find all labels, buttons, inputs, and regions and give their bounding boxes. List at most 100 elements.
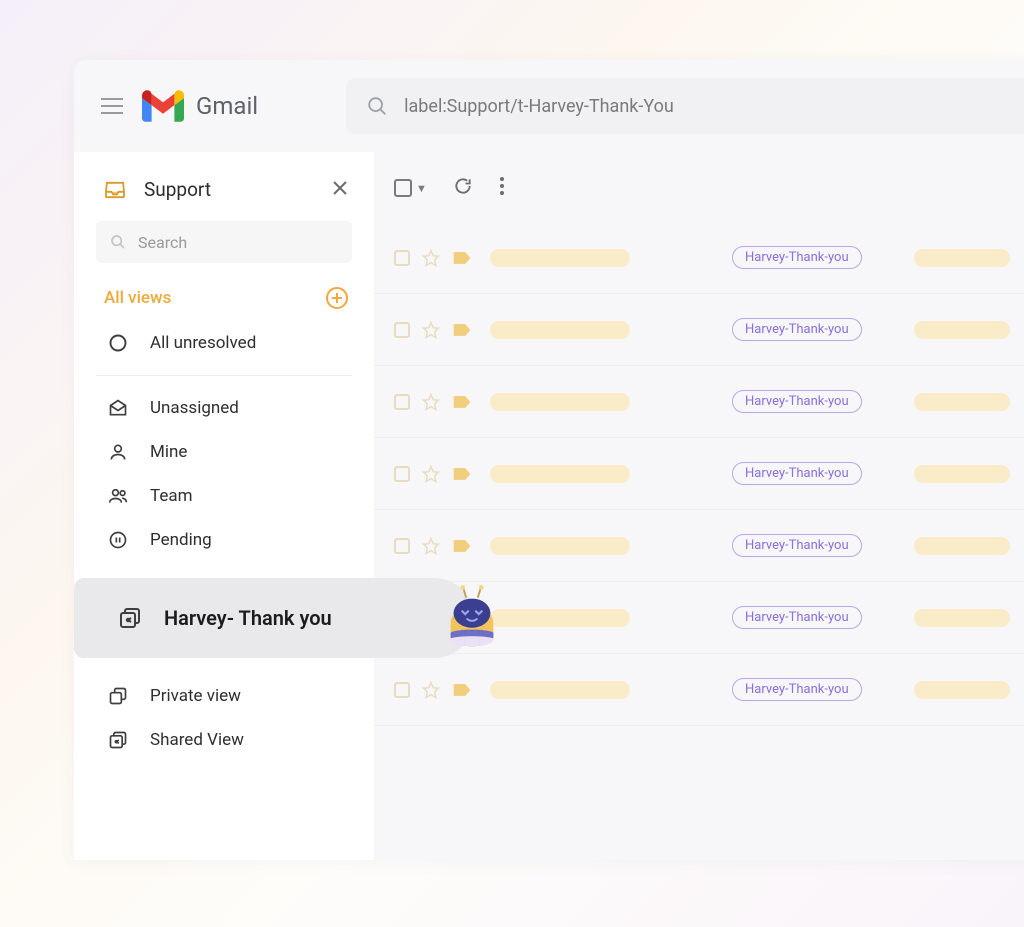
label-tag-icon[interactable] (452, 538, 472, 554)
refresh-button[interactable] (453, 176, 473, 200)
sidebar-top-label: Support (144, 178, 211, 201)
label-pill[interactable]: Harvey-Thank-you (732, 462, 862, 485)
more-button[interactable] (499, 176, 505, 200)
sender-placeholder (490, 609, 630, 627)
sender-placeholder (490, 537, 630, 555)
star-icon[interactable] (422, 537, 440, 555)
more-vert-icon (499, 176, 505, 196)
sender-placeholder (490, 393, 630, 411)
sidebar-item-label: Mine (150, 442, 187, 462)
label-tag-icon[interactable] (452, 466, 472, 482)
label-tag-icon[interactable] (452, 322, 472, 338)
gmail-icon (142, 90, 184, 122)
checkbox-icon (394, 179, 412, 197)
email-row[interactable]: Harvey-Thank-you (374, 510, 1024, 582)
pause-circle-icon (108, 530, 128, 550)
sidebar-item-all-unresolved[interactable]: All unresolved (74, 321, 374, 365)
search-icon (110, 234, 126, 250)
app-name-label: Gmail (196, 92, 258, 120)
row-checkbox[interactable] (394, 682, 410, 698)
label-pill[interactable]: Harvey-Thank-you (732, 390, 862, 413)
circle-icon (108, 333, 128, 353)
label-pill[interactable]: Harvey-Thank-you (732, 606, 862, 629)
hamburger-icon (101, 98, 123, 114)
row-checkbox[interactable] (394, 394, 410, 410)
label-pill[interactable]: Harvey-Thank-you (732, 318, 862, 341)
label-pill[interactable]: Harvey-Thank-you (732, 534, 862, 557)
email-row[interactable]: Harvey-Thank-you (374, 366, 1024, 438)
logo[interactable]: Gmail (142, 90, 258, 122)
sidebar-search[interactable]: Search (96, 221, 352, 263)
inbox-icon (104, 181, 126, 199)
select-all-button[interactable]: ▼ (394, 179, 427, 197)
sidebar-item-label: Unassigned (150, 398, 239, 418)
star-icon[interactable] (422, 249, 440, 267)
plus-icon (332, 293, 342, 303)
sidebar-item-team[interactable]: Team (74, 474, 374, 518)
email-row[interactable]: Harvey-Thank-you (374, 222, 1024, 294)
sidebar-item-mine[interactable]: Mine (74, 430, 374, 474)
sidebar-close-button[interactable] (332, 180, 348, 200)
subject-placeholder (914, 321, 1010, 339)
share-view-icon (118, 606, 142, 630)
menu-button[interactable] (92, 86, 132, 126)
row-checkbox[interactable] (394, 322, 410, 338)
caret-down-icon: ▼ (416, 182, 427, 195)
label-tag-icon[interactable] (452, 250, 472, 266)
subject-placeholder (914, 393, 1010, 411)
refresh-icon (453, 176, 473, 196)
sidebar-item-pending[interactable]: Pending (74, 518, 374, 562)
close-icon (332, 180, 348, 196)
star-icon[interactable] (422, 681, 440, 699)
email-row[interactable]: Harvey-Thank-you (374, 294, 1024, 366)
row-checkbox[interactable] (394, 250, 410, 266)
mail-open-icon (108, 398, 128, 418)
sender-placeholder (490, 681, 630, 699)
app-window: Gmail label:Support/t-Harvey-Thank-You S… (74, 60, 1024, 860)
person-icon (108, 442, 128, 462)
sidebar-item-private-view[interactable]: Private view (74, 674, 374, 718)
sidebar-item-label: Pending (150, 530, 212, 550)
group-icon (108, 486, 128, 506)
email-row[interactable]: Harvey-Thank-you (374, 438, 1024, 510)
sender-placeholder (490, 321, 630, 339)
search-bar[interactable]: label:Support/t-Harvey-Thank-You (346, 78, 1024, 134)
main-panel: ▼ Harvey-Thank-you Harvey-Thank-you (374, 152, 1024, 860)
label-pill[interactable]: Harvey-Thank-you (732, 246, 862, 269)
top-bar: Gmail label:Support/t-Harvey-Thank-You (74, 60, 1024, 152)
star-icon[interactable] (422, 393, 440, 411)
sidebar-item-shared-view[interactable]: Shared View (74, 718, 374, 762)
sidebar-item-label: Harvey- Thank you (164, 606, 332, 630)
sidebar-search-placeholder: Search (138, 233, 187, 252)
add-view-button[interactable] (326, 287, 348, 309)
share-view-icon (108, 730, 128, 750)
subject-placeholder (914, 465, 1010, 483)
row-checkbox[interactable] (394, 538, 410, 554)
sidebar-header: Support (74, 172, 374, 215)
label-pill[interactable]: Harvey-Thank-you (732, 678, 862, 701)
row-checkbox[interactable] (394, 466, 410, 482)
subject-placeholder (914, 609, 1010, 627)
star-icon[interactable] (422, 321, 440, 339)
label-tag-icon[interactable] (452, 682, 472, 698)
sidebar-item-harvey-thank-you[interactable]: Harvey- Thank you (74, 578, 474, 658)
label-tag-icon[interactable] (452, 394, 472, 410)
divider (96, 375, 352, 376)
sender-placeholder (490, 465, 630, 483)
copy-icon (108, 686, 128, 706)
search-icon (366, 95, 388, 117)
body: Support Search All views All unresolved (74, 152, 1024, 860)
sidebar-item-label: Shared View (150, 730, 244, 750)
subject-placeholder (914, 537, 1010, 555)
all-views-header[interactable]: All views (74, 277, 374, 321)
list-toolbar: ▼ (374, 170, 1024, 222)
subject-placeholder (914, 681, 1010, 699)
sidebar-item-unassigned[interactable]: Unassigned (74, 386, 374, 430)
email-row[interactable]: Harvey-Thank-you (374, 654, 1024, 726)
star-icon[interactable] (422, 465, 440, 483)
all-views-label: All views (104, 288, 171, 308)
sidebar-item-label: Private view (150, 686, 241, 706)
bot-avatar-icon (438, 584, 506, 652)
sidebar-item-label: Team (150, 486, 193, 506)
subject-placeholder (914, 249, 1010, 267)
